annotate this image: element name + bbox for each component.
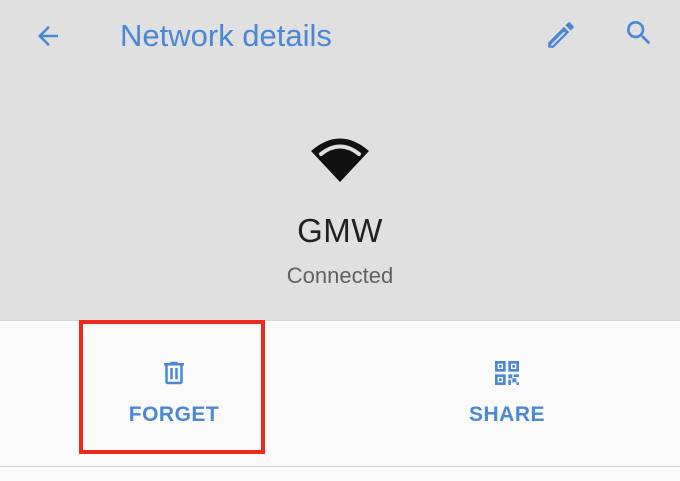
- trash-icon: [164, 361, 184, 385]
- page-title: Network details: [120, 18, 332, 53]
- pencil-icon: [548, 22, 574, 48]
- arrow-back-icon: [38, 26, 58, 46]
- share-icon-wrap: [489, 355, 525, 391]
- search-button[interactable]: [616, 10, 662, 56]
- back-button[interactable]: [26, 14, 70, 58]
- app-toolbar: Network details: [0, 0, 680, 72]
- network-status: Connected: [286, 263, 394, 288]
- edit-button[interactable]: [538, 12, 584, 58]
- forget-label: FORGET: [128, 403, 220, 426]
- forget-icon-wrap: [156, 355, 192, 391]
- wifi-icon: [311, 138, 369, 182]
- next-section-divider: [0, 466, 680, 481]
- network-actions: FORGET SHARE: [0, 320, 680, 466]
- search-icon: [627, 21, 651, 45]
- qr-code-icon: [495, 361, 519, 385]
- forget-button[interactable]: FORGET: [84, 341, 264, 451]
- share-label: SHARE: [468, 403, 545, 426]
- share-button[interactable]: SHARE: [417, 341, 597, 451]
- network-name: GMW: [297, 212, 383, 249]
- network-header: Network details GMW Connected: [0, 0, 680, 320]
